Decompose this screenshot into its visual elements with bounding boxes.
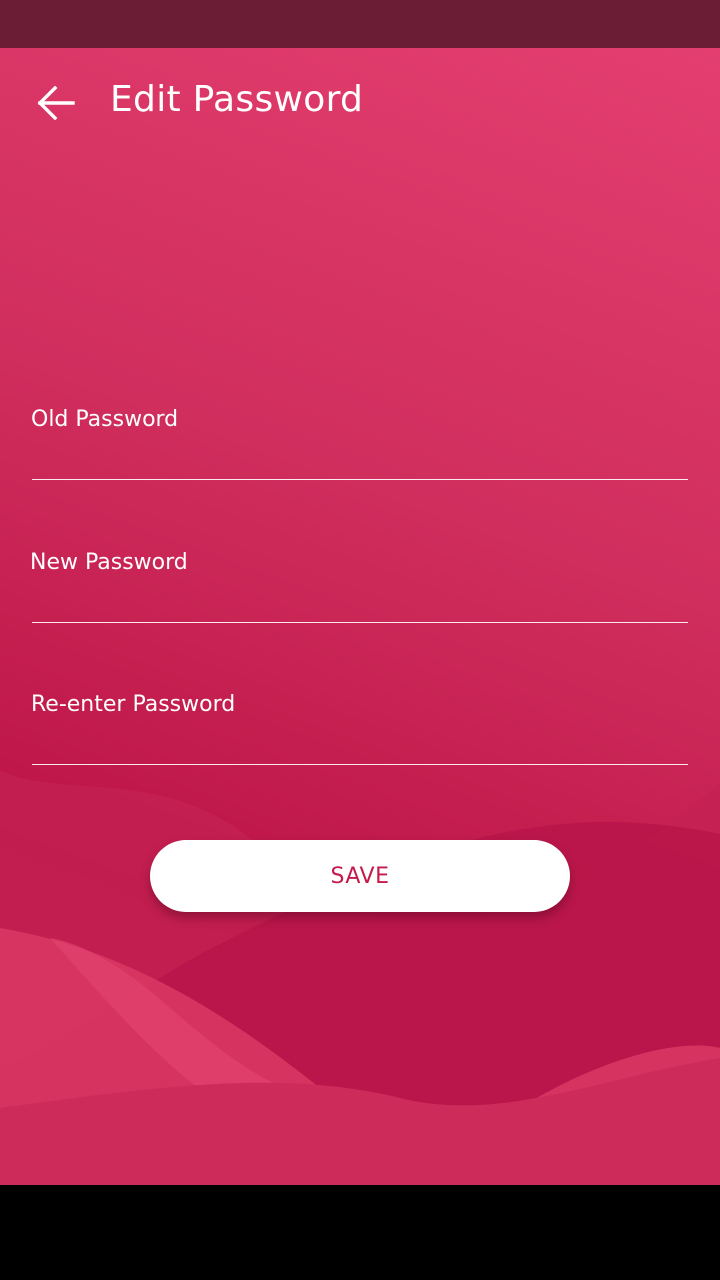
save-button[interactable]: SAVE — [150, 840, 570, 912]
arrow-left-icon — [37, 86, 75, 120]
old-password-input[interactable] — [32, 445, 688, 480]
back-button[interactable] — [22, 76, 90, 130]
navigation-bar — [0, 1185, 720, 1280]
app-area: Edit Password Old Password New Password … — [0, 48, 720, 1185]
new-password-input[interactable] — [32, 588, 688, 623]
new-password-label: New Password — [30, 550, 188, 575]
edit-password-screen: Edit Password Old Password New Password … — [0, 0, 720, 1280]
new-password-field: New Password — [30, 548, 688, 648]
status-bar — [0, 0, 720, 48]
page-title: Edit Password — [110, 79, 364, 120]
old-password-field: Old Password — [30, 405, 688, 505]
reenter-password-input[interactable] — [32, 730, 688, 765]
old-password-label: Old Password — [31, 407, 179, 432]
reenter-password-field: Re-enter Password — [30, 690, 688, 790]
reenter-password-label: Re-enter Password — [31, 692, 236, 717]
